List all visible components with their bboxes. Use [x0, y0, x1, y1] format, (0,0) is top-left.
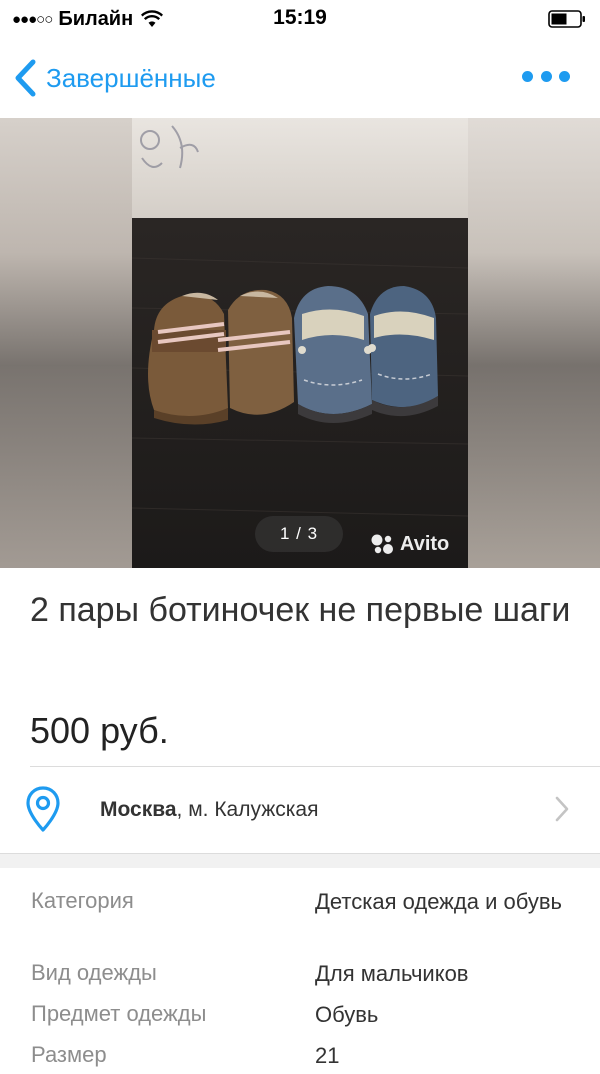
- location-city: Москва: [100, 798, 177, 821]
- gallery-blur-right: [468, 118, 600, 568]
- section-separator: [0, 853, 600, 868]
- param-label: Вид одежды: [31, 960, 157, 985]
- back-button[interactable]: Завершённые: [12, 58, 216, 98]
- param-label: Предмет одежды: [31, 1001, 207, 1026]
- chevron-left-icon: [15, 59, 36, 97]
- more-dots-icon: [522, 70, 533, 82]
- chevron-right-icon: [555, 796, 569, 822]
- avito-logo-icon: [371, 534, 393, 554]
- shoes-photo-image: [132, 118, 468, 568]
- more-dot: [540, 70, 552, 82]
- more-dot: [559, 70, 570, 82]
- back-button-label: Завершённые: [46, 62, 216, 93]
- clock: 15:19: [273, 6, 327, 29]
- listing-price: 500 руб.: [30, 710, 169, 751]
- param-value: 21: [315, 1043, 340, 1068]
- avito-watermark: Avito: [370, 531, 449, 557]
- location-metro: , м. Калужская: [176, 798, 319, 821]
- location-text: Москва, м. Калужская: [100, 798, 318, 822]
- listing-title: 2 пары ботиночек не первые шаги: [30, 591, 571, 629]
- location-row[interactable]: Москва, м. Калужская: [0, 767, 600, 853]
- photo-gallery[interactable]: 1 / 3 Avito: [0, 118, 600, 568]
- param-label: Категория: [31, 888, 134, 913]
- navigation-bar: Завершённые: [0, 40, 600, 118]
- listing-photo[interactable]: [132, 118, 468, 568]
- photo-counter: 1 / 3: [255, 516, 343, 552]
- location-pin-icon: [26, 786, 60, 832]
- param-value: Детская одежда и обувь: [315, 889, 562, 914]
- status-bar: ●●●○○ Билайн 15:19: [0, 0, 600, 40]
- param-value: Обувь: [315, 1002, 379, 1027]
- watermark-text: Avito: [400, 532, 450, 555]
- more-options-button[interactable]: [522, 68, 570, 84]
- battery-icon: [548, 10, 585, 28]
- gallery-blur-left: [0, 118, 132, 568]
- param-value: Для мальчиков: [315, 961, 469, 986]
- param-label: Размер: [31, 1042, 107, 1067]
